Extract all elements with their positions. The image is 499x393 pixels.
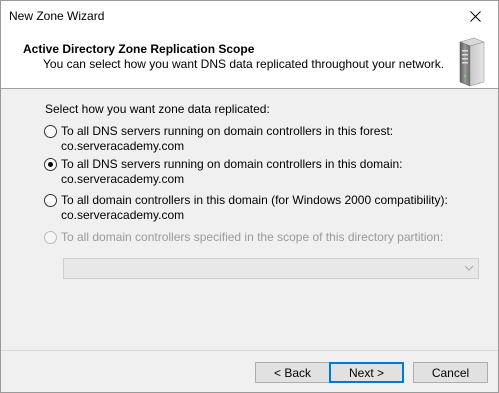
radio-partition[interactable] <box>44 231 57 244</box>
title-bar: New Zone Wizard <box>1 1 498 32</box>
close-button[interactable] <box>452 1 498 32</box>
option-forest[interactable]: To all DNS servers running on domain con… <box>44 124 498 154</box>
option-win2000-line2: co.serveracademy.com <box>61 208 185 222</box>
wizard-content: Select how you want zone data replicated… <box>1 90 498 350</box>
cancel-button[interactable]: Cancel <box>413 362 488 383</box>
chevron-down-icon <box>464 265 474 271</box>
close-icon <box>469 11 481 22</box>
option-win2000-line1: To all domain controllers in this domain… <box>61 193 448 207</box>
wizard-footer: < Back Next > Cancel <box>1 350 498 392</box>
radio-forest[interactable] <box>44 125 57 138</box>
option-win2000-label: To all domain controllers in this domain… <box>61 193 448 223</box>
wizard-header: Active Directory Zone Replication Scope … <box>1 32 498 89</box>
radio-win2000[interactable] <box>44 194 57 207</box>
wizard-window: New Zone Wizard Active Directory Zone Re… <box>0 0 499 393</box>
next-button[interactable]: Next > <box>329 362 404 383</box>
window-title: New Zone Wizard <box>9 9 105 23</box>
server-icon <box>459 37 485 87</box>
radio-domain[interactable] <box>44 158 57 171</box>
back-button[interactable]: < Back <box>255 362 330 383</box>
option-partition-label: To all domain controllers specified in t… <box>61 230 444 244</box>
option-partition[interactable]: To all domain controllers specified in t… <box>44 230 443 245</box>
replication-prompt: Select how you want zone data replicated… <box>45 102 270 116</box>
option-domain-label: To all DNS servers running on domain con… <box>61 157 403 186</box>
page-subtitle: You can select how you want DNS data rep… <box>43 57 445 71</box>
page-title: Active Directory Zone Replication Scope <box>23 42 255 56</box>
partition-select[interactable] <box>63 258 479 279</box>
option-domain[interactable]: To all DNS servers running on domain con… <box>44 157 498 187</box>
option-forest-label: To all DNS servers running on domain con… <box>61 124 394 153</box>
option-win2000[interactable]: To all domain controllers in this domain… <box>44 193 448 223</box>
